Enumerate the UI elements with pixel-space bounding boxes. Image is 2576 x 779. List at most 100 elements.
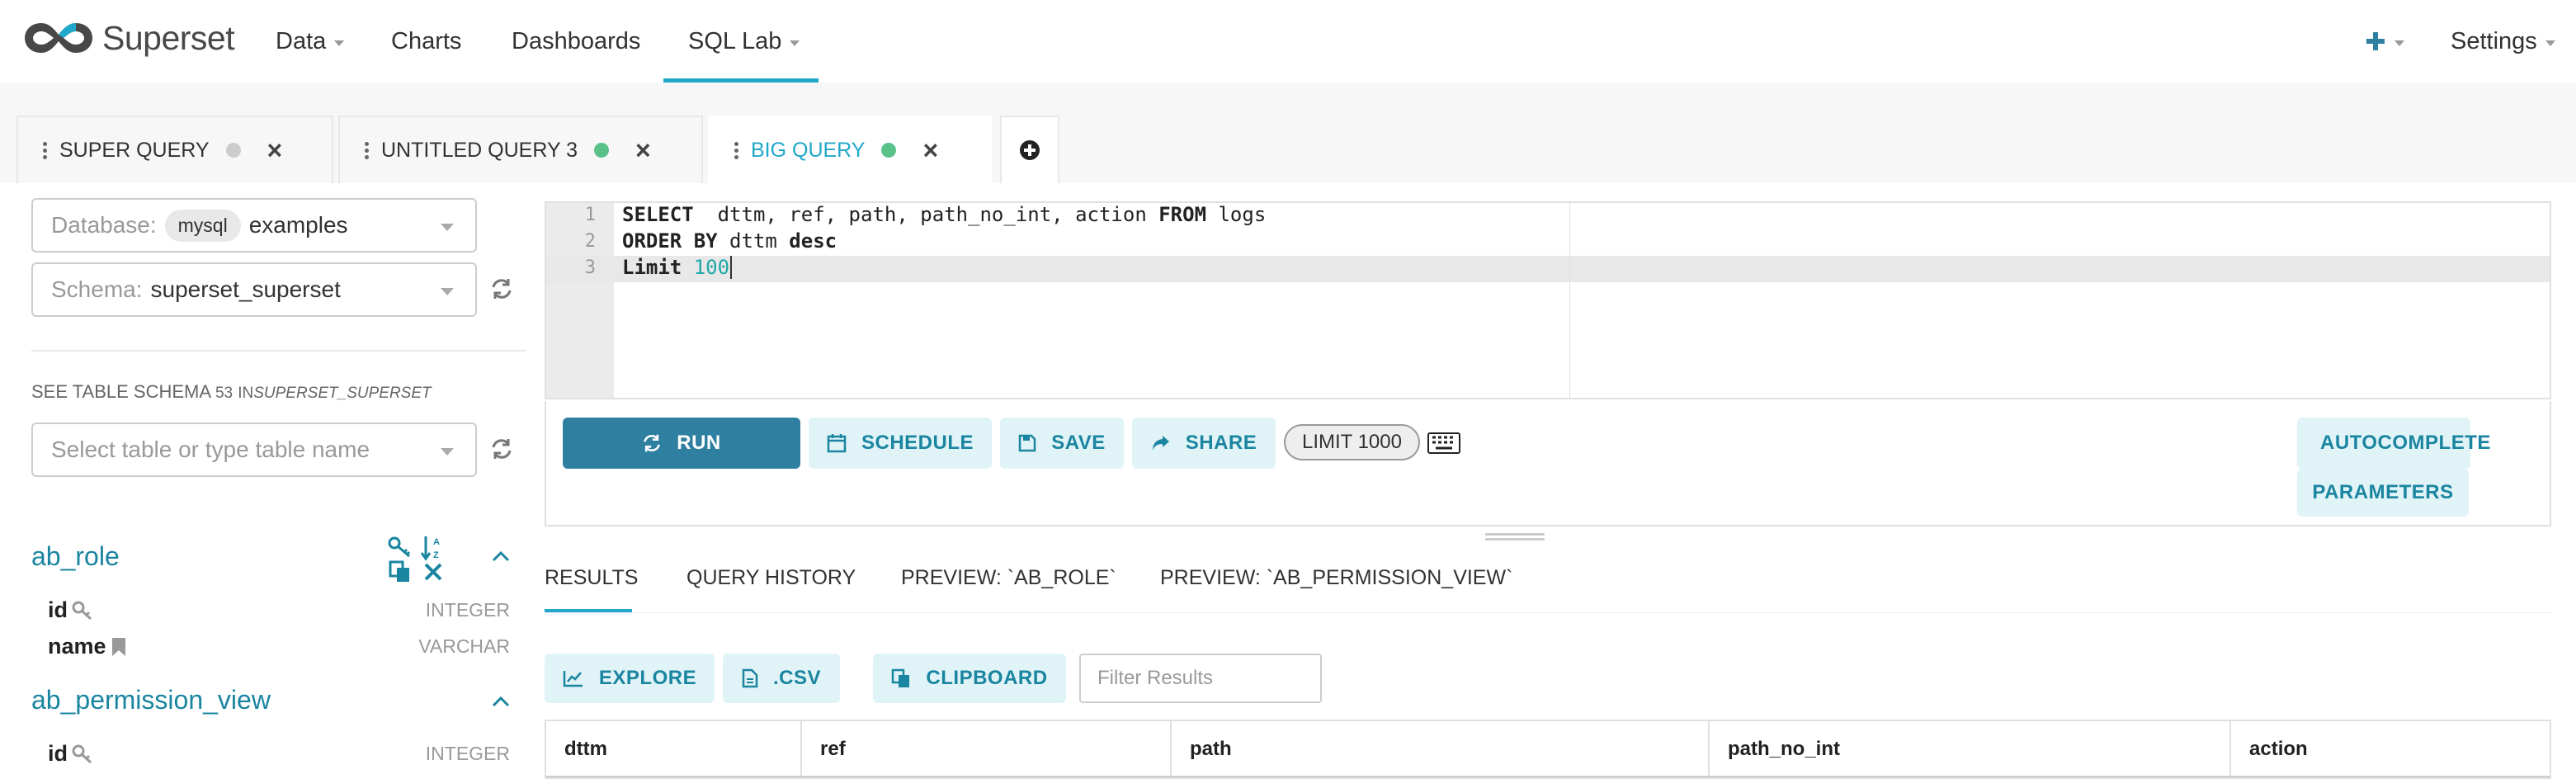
copy-icon[interactable] — [388, 559, 413, 584]
parameters-button[interactable]: PARAMETERS — [2297, 469, 2469, 517]
explore-button[interactable]: EXPLORE — [545, 654, 715, 703]
column-header-action[interactable]: action — [2231, 721, 2550, 777]
sort-alpha-icon[interactable]: AZ — [421, 535, 446, 563]
share-button[interactable]: SHARE — [1132, 418, 1276, 469]
remove-table-icon[interactable] — [422, 561, 444, 583]
autocomplete-toggle[interactable]: AUTOCOMPLETE — [2297, 418, 2490, 469]
pane-resize-handle[interactable] — [1485, 538, 1545, 541]
add-query-tab-button[interactable] — [1000, 116, 1059, 183]
sql-keyword: SELECT — [622, 203, 694, 226]
sql-keyword: Limit — [622, 256, 682, 279]
key-icon — [72, 744, 92, 763]
parameters-label: PARAMETERS — [2312, 481, 2454, 503]
nav-menu-dashboards-label: Dashboards — [512, 27, 641, 54]
superset-logo-icon — [25, 23, 92, 53]
drag-handle-icon[interactable] — [734, 139, 739, 162]
superset-logo[interactable]: Superset — [23, 18, 235, 58]
header-bottom-border — [546, 776, 2550, 777]
column-header-path-no-int[interactable]: path_no_int — [1710, 721, 2231, 777]
schedule-button[interactable]: SCHEDULE — [809, 418, 992, 469]
settings-menu[interactable]: Settings — [2451, 25, 2555, 58]
table-name-ab-role[interactable]: ab_role — [31, 541, 120, 572]
status-dot-icon — [594, 143, 610, 158]
code-line-2: ORDER BY dttm desc — [622, 229, 837, 253]
status-dot-icon — [225, 143, 241, 158]
table-select[interactable]: Select table or type table name — [31, 423, 477, 477]
tab-query-history[interactable]: QUERY HISTORY — [686, 566, 856, 590]
sql-keyword: FROM — [1158, 203, 1207, 226]
column-row: id INTEGER — [48, 597, 510, 623]
line-number: 1 — [584, 205, 596, 225]
run-button[interactable]: RUN — [563, 418, 800, 469]
nav-menu-data[interactable]: Data — [276, 25, 345, 58]
calendar-icon — [827, 434, 847, 453]
row-limit-dropdown[interactable]: LIMIT 1000 — [1284, 424, 1420, 460]
nav-menu-sql-lab[interactable]: SQL Lab — [688, 25, 800, 58]
new-item-menu[interactable] — [2365, 25, 2404, 58]
query-tab-label: UNTITLED QUERY 3 — [381, 138, 578, 162]
tab-preview-ab-role[interactable]: PREVIEW: `AB_ROLE` — [901, 566, 1116, 590]
see-table-schema-heading: SEE TABLE SCHEMA 53 INSUPERSET_SUPERSET — [31, 381, 432, 403]
sql-keyword: ORDER BY — [622, 229, 718, 253]
query-tab-label: BIG QUERY — [751, 138, 866, 162]
text-cursor — [730, 256, 733, 279]
column-header-dttm[interactable]: dttm — [546, 721, 802, 777]
save-button[interactable]: SAVE — [1000, 418, 1124, 469]
pane-resize-handle[interactable] — [1485, 533, 1545, 536]
close-icon[interactable]: × — [267, 137, 283, 163]
nav-active-indicator — [663, 78, 819, 83]
close-icon[interactable]: × — [922, 137, 938, 163]
table-count: 53 — [215, 385, 234, 402]
file-icon — [742, 668, 758, 688]
nav-menu-data-label: Data — [276, 27, 327, 54]
tab-results[interactable]: RESULTS — [545, 566, 638, 590]
chevron-up-icon[interactable] — [492, 695, 510, 708]
database-engine-badge: mysql — [164, 209, 241, 242]
nav-menu-charts[interactable]: Charts — [391, 25, 461, 58]
filter-results-input[interactable]: Filter Results — [1079, 654, 1322, 703]
divider — [31, 350, 526, 352]
sql-text: logs — [1206, 203, 1267, 226]
close-icon[interactable]: × — [635, 137, 651, 163]
svg-text:A: A — [433, 537, 440, 547]
database-select[interactable]: Database: mysql examples — [31, 198, 477, 253]
clipboard-button[interactable]: CLIPBOARD — [873, 654, 1066, 703]
key-icon[interactable] — [388, 536, 413, 559]
run-label: RUN — [677, 432, 721, 454]
limit-label: LIMIT 1000 — [1302, 431, 1402, 453]
drag-handle-icon[interactable] — [365, 139, 370, 162]
code-line-1: SELECT dttm, ref, path, path_no_int, act… — [622, 203, 1266, 226]
code-line-3: Limit 100 — [622, 256, 733, 279]
chevron-down-icon — [441, 448, 454, 456]
query-tab-big-query[interactable]: BIG QUERY × — [708, 116, 992, 183]
key-icon — [72, 601, 92, 620]
column-header-path[interactable]: path — [1172, 721, 1710, 777]
sql-text: dttm — [717, 229, 790, 253]
chevron-up-icon[interactable] — [492, 550, 510, 563]
keyboard-icon[interactable] — [1427, 432, 1460, 454]
column-name: id — [48, 741, 68, 766]
refresh-schema-icon[interactable] — [490, 277, 513, 300]
column-header-ref[interactable]: ref — [802, 721, 1172, 777]
table-select-placeholder: Select table or type table name — [51, 437, 370, 462]
query-tab-untitled-query-3[interactable]: UNTITLED QUERY 3 × — [338, 116, 703, 183]
tab-preview-ab-permission-view[interactable]: PREVIEW: `AB_PERMISSION_VIEW` — [1160, 566, 1512, 590]
query-tab-super-query[interactable]: SUPER QUERY × — [17, 116, 333, 183]
nav-menu-dashboards[interactable]: Dashboards — [512, 25, 640, 58]
autocomplete-label: AUTOCOMPLETE — [2320, 432, 2491, 454]
sql-editor[interactable]: 1 2 3 SELECT dttm, ref, path, path_no_in… — [545, 201, 2551, 399]
column-name: name — [48, 634, 106, 659]
nav-menu-charts-label: Charts — [391, 27, 462, 54]
table-name-ab-permission-view[interactable]: ab_permission_view — [31, 685, 271, 715]
csv-button[interactable]: .CSV — [723, 654, 840, 703]
caret-down-icon — [334, 40, 345, 46]
schema-select[interactable]: Schema: superset_superset — [31, 262, 477, 317]
results-table-header: dttm ref path path_no_int action — [545, 720, 2551, 779]
settings-label: Settings — [2451, 27, 2537, 54]
in-text: IN — [238, 385, 254, 402]
tabs-divider — [545, 612, 2551, 613]
drag-handle-icon[interactable] — [43, 139, 48, 162]
clipboard-label: CLIPBOARD — [926, 667, 1048, 689]
bookmark-icon — [111, 637, 125, 656]
refresh-tables-icon[interactable] — [490, 437, 513, 460]
